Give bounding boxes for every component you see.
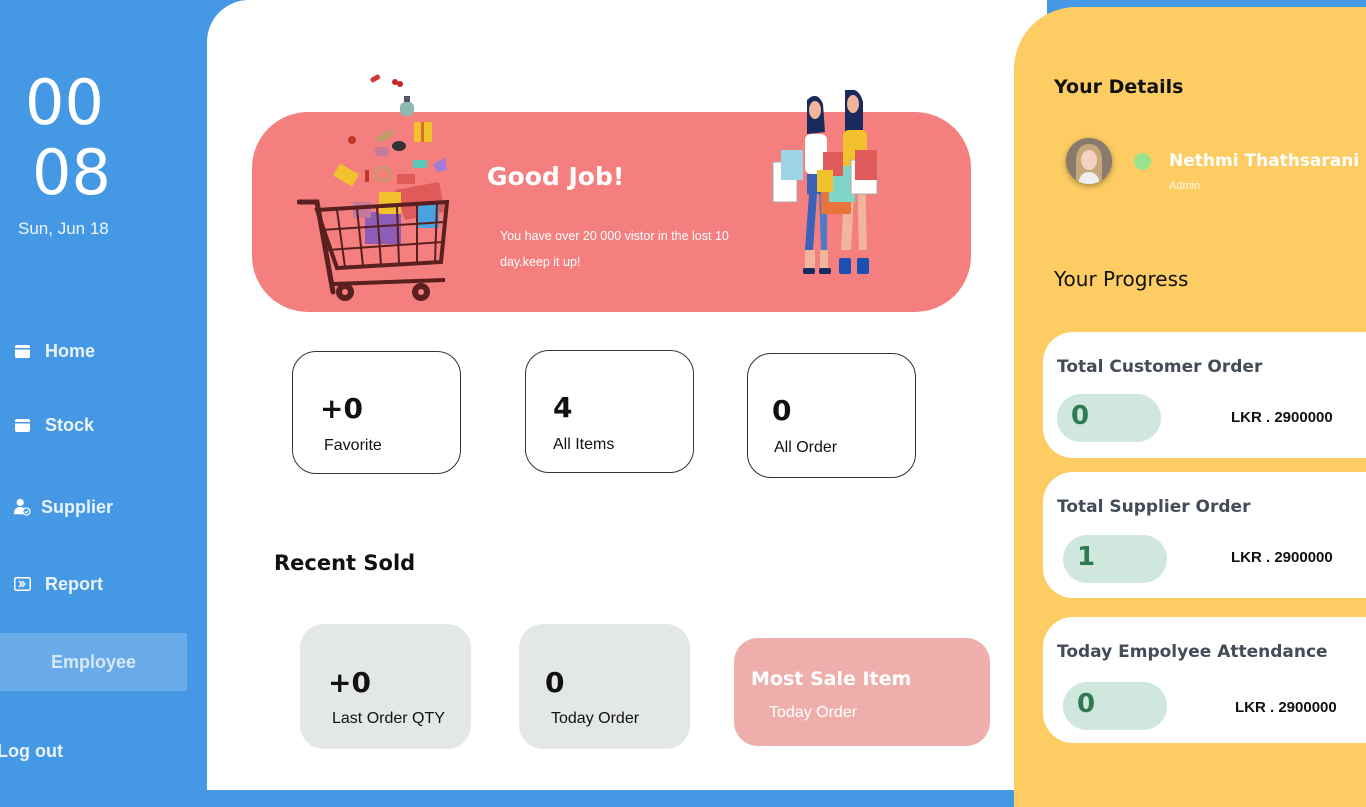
main-content: Good Job! You have over 20 000 vistor in… [207, 0, 1047, 790]
progress-count: 1 [1077, 542, 1096, 572]
most-sale-subtitle: Today Order [769, 704, 858, 721]
shopping-cart-illustration [297, 74, 450, 301]
progress-title: Total Customer Order [1057, 357, 1263, 377]
stat-card-favorite[interactable]: +0 Favorite [292, 351, 461, 474]
report-icon [13, 575, 31, 593]
clock-date: Sun, Jun 18 [18, 219, 109, 238]
sidebar-item-label: Supplier [41, 496, 114, 517]
progress-title: Today Empolyee Attendance [1057, 642, 1328, 662]
stat-label: All Items [553, 436, 615, 453]
stat-label: Favorite [324, 437, 382, 454]
progress-card-supplier-order[interactable]: Total Supplier Order 1 LKR . 2900000 [1043, 472, 1366, 598]
progress-amount: LKR . 2900000 [1231, 409, 1333, 426]
sold-card-last-order-qty[interactable]: +0 Last Order QTY [300, 624, 471, 749]
stat-value: +0 [320, 392, 363, 425]
user-name: Nethmi Thathsarani [1169, 151, 1360, 171]
sidebar-item-label: Employee [50, 651, 137, 672]
sold-value: +0 [328, 666, 371, 699]
sidebar-item-report[interactable]: Report [0, 564, 200, 604]
stat-value: 4 [553, 391, 573, 424]
clock-minutes: 08 [32, 136, 111, 209]
sold-label: Last Order QTY [332, 710, 445, 727]
progress-amount: LKR . 2900000 [1235, 699, 1337, 716]
sidebar-item-label: Stock [45, 414, 95, 435]
sidebar-item-label: Report [45, 573, 103, 594]
sidebar-item-supplier[interactable]: Supplier [0, 487, 200, 527]
banner-title: Good Job! [487, 162, 625, 191]
progress-amount: LKR . 2900000 [1231, 549, 1333, 566]
sidebar-item-employee[interactable]: Employee [0, 633, 187, 691]
stat-card-all-items[interactable]: 4 All Items [525, 350, 694, 473]
sold-label: Today Order [551, 710, 640, 727]
sold-value: 0 [545, 666, 565, 699]
home-icon [13, 342, 31, 360]
details-panel: Your Details Nethmi Thathsarani Admin Yo… [1014, 7, 1366, 807]
sidebar-item-home[interactable]: Home [0, 331, 200, 371]
shopping-girls-illustration [772, 90, 878, 274]
online-status-icon [1134, 153, 1151, 170]
stock-icon [13, 416, 31, 434]
progress-card-customer-order[interactable]: Total Customer Order 0 LKR . 2900000 [1043, 332, 1366, 458]
most-sale-title: Most Sale Item [751, 668, 912, 690]
user-role: Admin [1169, 180, 1201, 192]
most-sale-item-card[interactable]: Most Sale Item Today Order [734, 638, 990, 746]
logout-button[interactable]: Log out [0, 741, 63, 762]
sidebar-item-label: Home [45, 340, 96, 361]
banner-message: You have over 20 000 vistor in the lost … [500, 229, 729, 269]
count-pill: 0 [1063, 682, 1167, 730]
progress-card-employee-attendance[interactable]: Today Empolyee Attendance 0 LKR . 290000… [1043, 617, 1366, 743]
welcome-banner: Good Job! You have over 20 000 vistor in… [252, 74, 971, 312]
count-pill: 0 [1057, 394, 1161, 442]
progress-count: 0 [1077, 689, 1096, 719]
progress-count: 0 [1071, 401, 1090, 431]
recent-sold-title: Recent Sold [274, 551, 416, 575]
sidebar: 00 08 Sun, Jun 18 Home Stock Supplier Re… [0, 0, 240, 768]
sold-card-today-order[interactable]: 0 Today Order [519, 624, 690, 749]
avatar[interactable] [1066, 138, 1112, 184]
stat-card-all-order[interactable]: 0 All Order [747, 353, 916, 478]
count-pill: 1 [1063, 535, 1167, 583]
stat-value: 0 [772, 394, 792, 427]
supplier-icon [13, 498, 31, 516]
your-progress-title: Your Progress [1054, 267, 1189, 291]
progress-title: Total Supplier Order [1057, 497, 1251, 517]
your-details-title: Your Details [1054, 76, 1184, 98]
sidebar-item-stock[interactable]: Stock [0, 405, 200, 445]
clock-hours: 00 [25, 66, 104, 139]
stat-label: All Order [774, 439, 838, 456]
